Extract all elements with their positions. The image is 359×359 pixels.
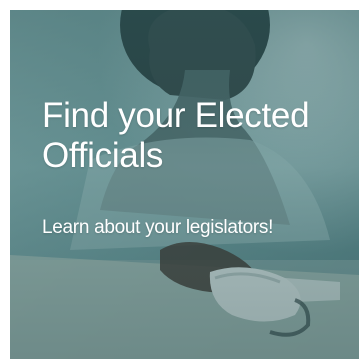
card-subtitle: Learn about your legislators! bbox=[42, 217, 274, 238]
card-title: Find your Elected Officials bbox=[42, 96, 310, 175]
elected-officials-card[interactable]: Find your Elected Officials Learn about … bbox=[10, 10, 359, 359]
color-overlay bbox=[10, 10, 359, 359]
